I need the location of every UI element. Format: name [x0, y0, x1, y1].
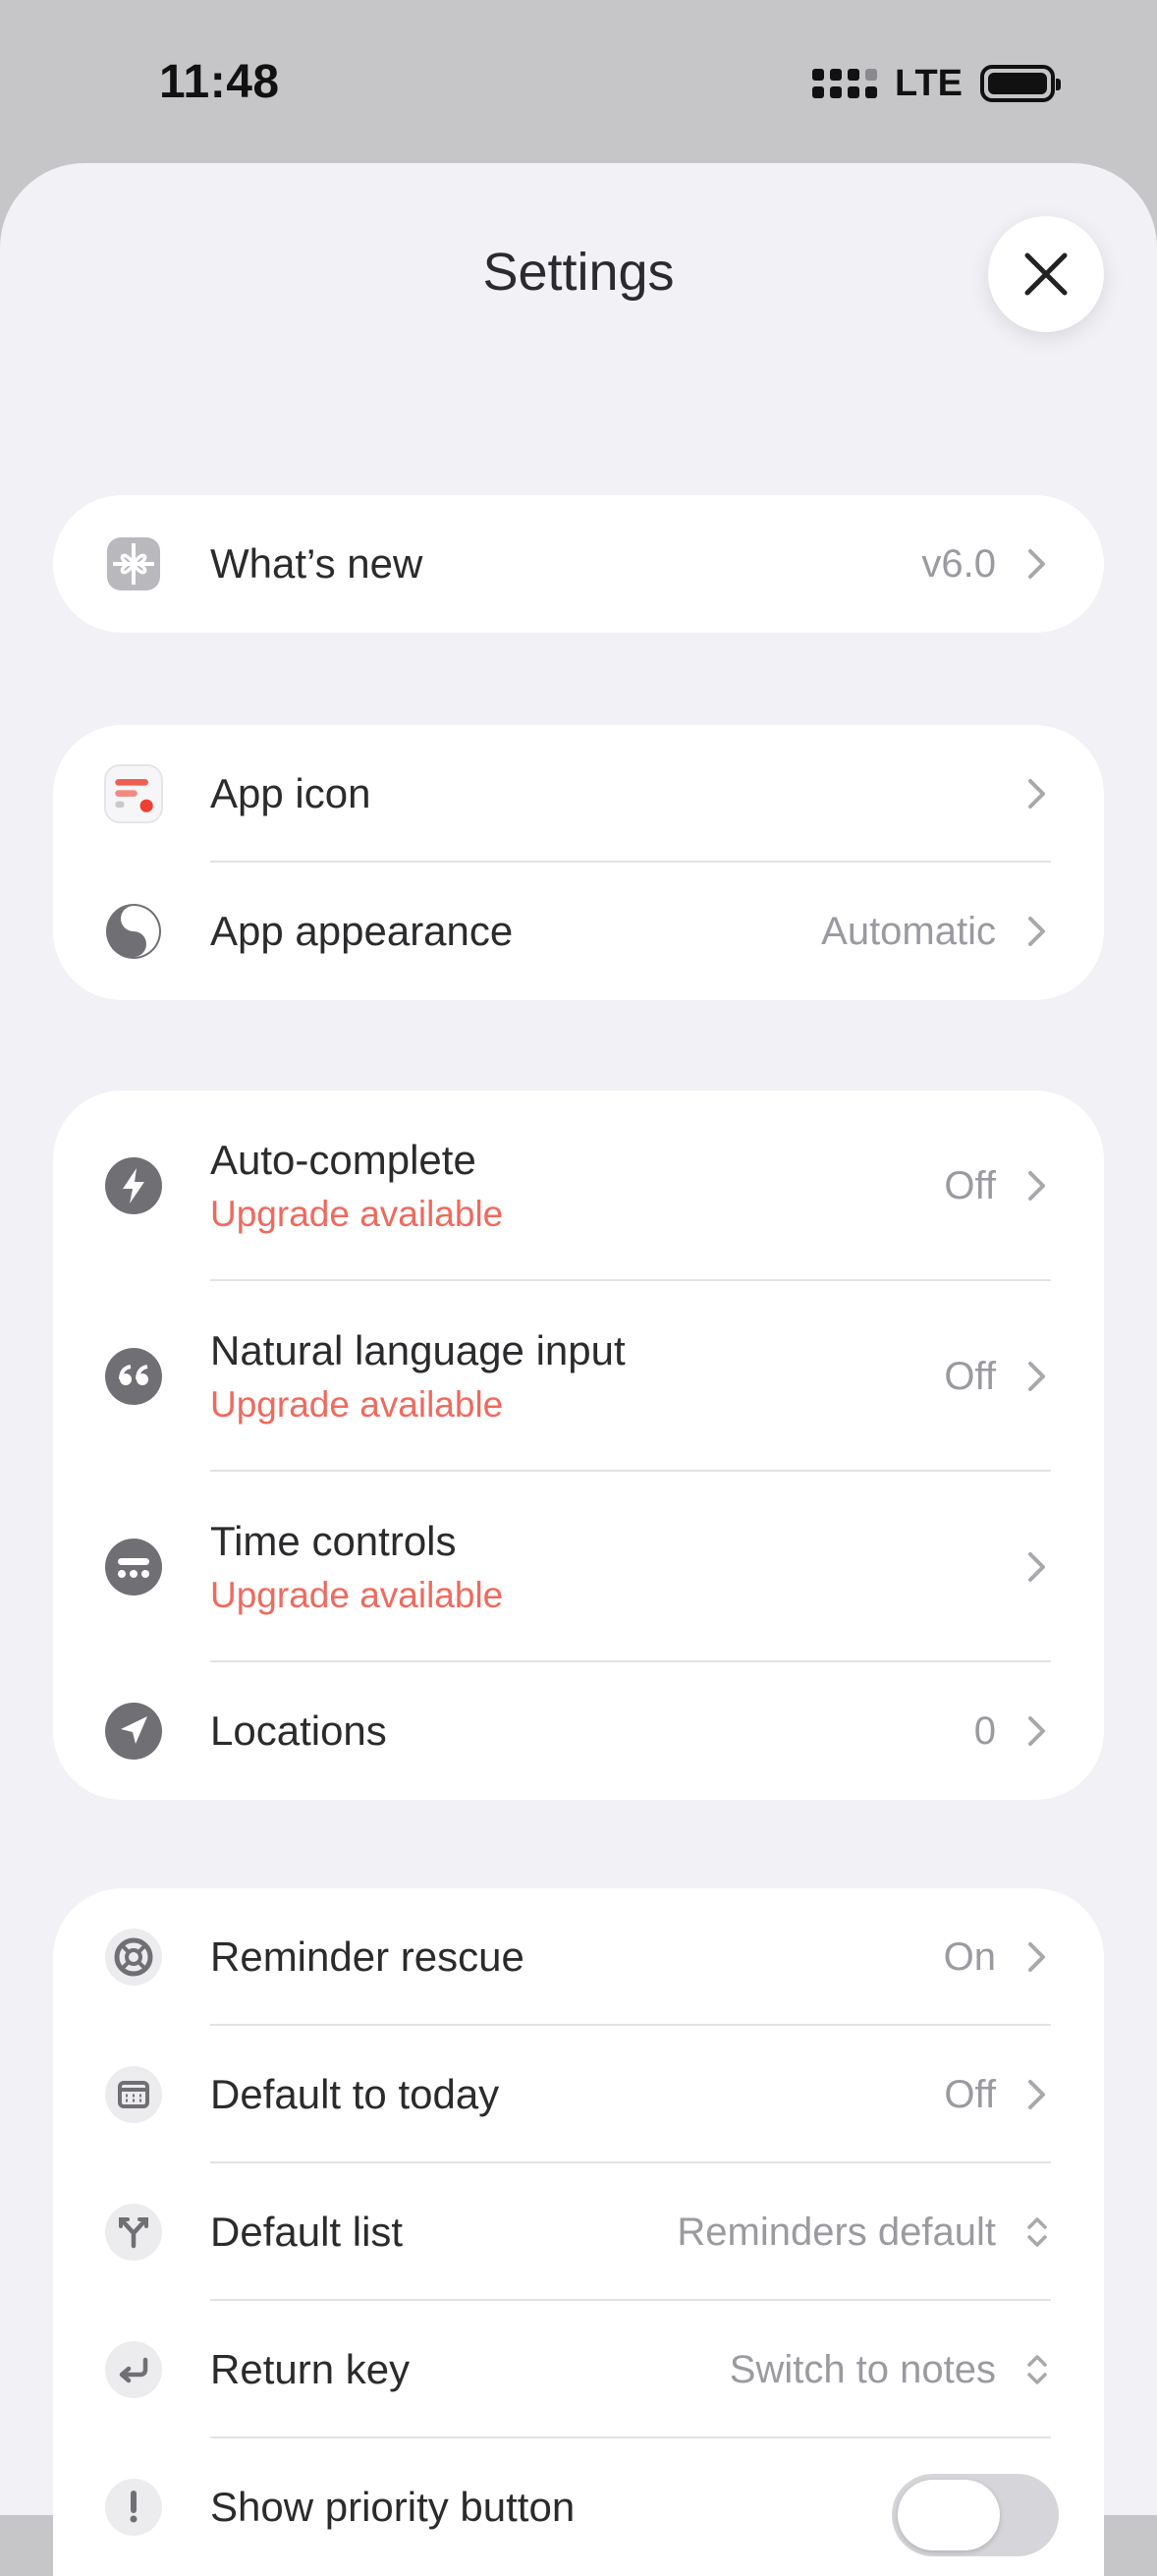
toggle-knob	[898, 2480, 1000, 2550]
fork-icon	[104, 2203, 163, 2262]
row-label: Time controls	[210, 1518, 457, 1564]
auto-complete-value: Off	[944, 1163, 996, 1207]
return-key-select[interactable]: Switch to notes	[730, 2348, 996, 2392]
row-auto-complete[interactable]: Auto-complete Upgrade available Off	[53, 1091, 1104, 1281]
row-label: Auto-complete	[210, 1137, 476, 1183]
upgrade-label: Upgrade available	[210, 1194, 504, 1234]
default-list-select[interactable]: Reminders default	[677, 2211, 996, 2255]
chevron-right-icon	[1025, 2077, 1049, 2112]
chevron-right-icon	[1025, 914, 1049, 949]
network-type: LTE	[895, 62, 963, 104]
gift-icon	[104, 534, 163, 593]
row-whats-new[interactable]: What’s new v6.0	[53, 495, 1104, 633]
natural-language-value: Off	[944, 1354, 996, 1398]
row-locations[interactable]: Locations 0	[53, 1662, 1104, 1800]
chevron-right-icon	[1025, 1168, 1049, 1204]
row-label: Show priority button	[210, 2484, 576, 2530]
row-default-list[interactable]: Default list Reminders default	[53, 2163, 1104, 2301]
signal-icon	[812, 69, 878, 98]
row-label: Reminder rescue	[210, 1933, 524, 1980]
row-label: App appearance	[210, 908, 514, 954]
chevron-updown-icon	[1025, 2214, 1049, 2250]
page-title: Settings	[482, 243, 675, 302]
row-return-key[interactable]: Return key Switch to notes	[53, 2301, 1104, 2438]
row-label: Natural language input	[210, 1327, 626, 1373]
reminder-rescue-value: On	[943, 1934, 996, 1979]
show-priority-toggle[interactable]	[892, 2474, 1059, 2556]
row-show-priority[interactable]: Show priority button	[53, 2438, 1104, 2576]
chevron-right-icon	[1025, 1549, 1049, 1585]
return-arrow-icon	[104, 2340, 163, 2399]
close-button[interactable]	[988, 216, 1104, 332]
row-label: App icon	[210, 770, 371, 816]
status-time: 11:48	[159, 56, 280, 108]
row-natural-language[interactable]: Natural language input Upgrade available…	[53, 1281, 1104, 1472]
bolt-icon	[104, 1156, 163, 1215]
group-whats-new: What’s new v6.0	[53, 495, 1104, 633]
chevron-right-icon	[1025, 546, 1049, 582]
default-today-value: Off	[944, 2072, 996, 2116]
row-label: Return key	[210, 2346, 411, 2392]
row-label: Default to today	[210, 2071, 500, 2117]
row-label: What’s new	[210, 540, 423, 587]
group-reminder-defaults: Reminder rescue On Default to today Off	[53, 1888, 1104, 2576]
exclamation-icon	[104, 2478, 163, 2537]
chevron-right-icon	[1025, 776, 1049, 812]
chevron-right-icon	[1025, 1939, 1049, 1975]
row-default-today[interactable]: Default to today Off	[53, 2026, 1104, 2163]
version-value: v6.0	[921, 541, 996, 586]
app-logo-icon	[104, 764, 163, 823]
upgrade-label: Upgrade available	[210, 1575, 504, 1615]
row-label: Default list	[210, 2209, 404, 2255]
close-icon	[1024, 252, 1068, 296]
chevron-updown-icon	[1025, 2352, 1049, 2387]
locations-count: 0	[973, 1708, 996, 1753]
group-appearance: App icon App appearance Automatic	[53, 725, 1104, 1000]
location-arrow-icon	[104, 1702, 163, 1761]
row-label: Locations	[210, 1708, 387, 1754]
status-bar: 11:48 LTE	[0, 0, 1157, 163]
calendar-icon	[104, 2065, 163, 2124]
row-app-icon[interactable]: App icon	[53, 725, 1104, 863]
chevron-right-icon	[1025, 1359, 1049, 1394]
group-features: Auto-complete Upgrade available Off Natu…	[53, 1091, 1104, 1800]
time-controls-icon	[104, 1538, 163, 1596]
appearance-value: Automatic	[821, 909, 996, 953]
status-indicators: LTE	[812, 61, 1061, 106]
lifebuoy-icon	[104, 1928, 163, 1987]
chevron-right-icon	[1025, 1713, 1049, 1749]
upgrade-label: Upgrade available	[210, 1384, 504, 1425]
quote-icon	[104, 1347, 163, 1406]
settings-sheet: Settings What’s new v6.0 App icon App ap…	[0, 163, 1157, 2576]
row-reminder-rescue[interactable]: Reminder rescue On	[53, 1888, 1104, 2026]
row-app-appearance[interactable]: App appearance Automatic	[53, 863, 1104, 1000]
battery-icon	[980, 65, 1061, 102]
row-time-controls[interactable]: Time controls Upgrade available	[53, 1472, 1104, 1662]
half-moon-icon	[104, 902, 163, 961]
